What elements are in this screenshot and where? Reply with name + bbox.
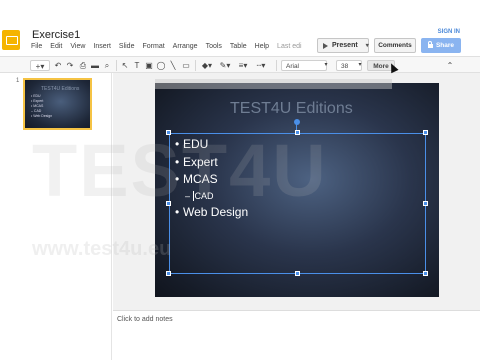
share-button[interactable]: Share [421,38,461,53]
slide-filmstrip: 1 TEST4U Editions • EDU • Expert • MCAS … [0,73,112,360]
shape-icon[interactable]: ◯ [156,60,166,71]
play-icon [323,42,328,49]
menu-tools[interactable]: Tools [206,43,222,50]
fill-color-icon[interactable]: ◆▾ [200,60,214,71]
speaker-notes[interactable]: Click to add notes [113,310,480,360]
list-item[interactable]: • EDU [175,136,248,154]
font-select[interactable]: Arial [281,60,327,71]
print-icon[interactable]: ⎙ [78,60,88,71]
menu-help[interactable]: Help [255,43,269,50]
menu-view[interactable]: View [70,43,85,50]
share-label: Share [435,42,455,49]
slide-title[interactable]: TEST4U Editions [230,100,353,118]
bullet-list[interactable]: • EDU • Expert • MCAS – CAD • Web Design [175,136,248,221]
resize-handle-top-left[interactable] [166,130,171,135]
slide-thumbnail[interactable]: TEST4U Editions • EDU • Expert • MCAS – … [23,78,92,130]
resize-handle-top[interactable] [295,130,300,135]
undo-icon[interactable]: ↶ [53,60,63,71]
comment-icon[interactable]: ▭ [180,60,192,71]
menu-insert[interactable]: Insert [93,43,111,50]
resize-handle-right[interactable] [423,201,428,206]
menu-format[interactable]: Format [142,43,164,50]
thumbnail-bullets: • EDU • Expert • MCAS – CAD • Web Design [31,94,52,119]
toolbar: +▾ ↶ ↷ ⎙ ▬ ⌕ ↖ T ▣ ◯ ╲ ▭ ◆▾ ✎▾ ≡▾ ┄▾ Ari… [0,56,480,73]
present-button[interactable]: Present ▾ [317,38,369,53]
font-size-value: 38 [341,63,349,70]
menu-file[interactable]: File [31,43,42,50]
line-icon[interactable]: ╲ [168,60,178,71]
sign-in-link[interactable]: SIGN IN [438,29,460,35]
border-color-icon[interactable]: ✎▾ [218,60,232,71]
menu-edit[interactable]: Edit [50,43,62,50]
font-dropdown-icon[interactable]: ▾ [322,60,330,71]
lock-icon [427,40,433,48]
resize-handle-bottom[interactable] [295,271,300,276]
new-slide-button[interactable]: +▾ [30,60,50,71]
present-label: Present [332,42,358,49]
resize-handle-bottom-right[interactable] [423,271,428,276]
sub-list-item[interactable]: – CAD [175,189,248,204]
resize-handle-top-right[interactable] [423,130,428,135]
text-box-icon[interactable]: T [131,60,143,71]
thumbnail-item: • Web Design [31,114,53,118]
slide-number: 1 [16,78,20,84]
floating-format-bar [155,79,392,89]
border-weight-icon[interactable]: ≡▾ [236,60,250,71]
comments-button[interactable]: Comments [374,38,416,53]
image-icon[interactable]: ▣ [144,60,154,71]
header: Exercise1 File Edit View Insert Slide Fo… [0,0,480,56]
list-item[interactable]: • MCAS [175,171,248,189]
font-value: Arial [286,63,300,70]
notes-placeholder[interactable]: Click to add notes [117,316,173,323]
select-icon[interactable]: ↖ [120,60,130,71]
menu-slide[interactable]: Slide [119,43,135,50]
present-dropdown-icon[interactable]: ▾ [366,42,369,49]
list-item[interactable]: • Web Design [175,204,248,222]
paint-format-icon[interactable]: ▬ [90,60,100,71]
font-size-dropdown-icon[interactable]: ▾ [356,60,364,71]
resize-handle-bottom-left[interactable] [166,271,171,276]
menu-arrange[interactable]: Arrange [173,43,198,50]
more-label: More [373,63,389,70]
list-item[interactable]: • Expert [175,154,248,172]
text-cursor [192,191,194,202]
last-edit-status[interactable]: Last edi [277,43,302,50]
border-dash-icon[interactable]: ┄▾ [254,60,268,71]
menu-table[interactable]: Table [230,43,247,50]
thumbnail-title: TEST4U Editions [41,86,80,92]
slides-logo-icon[interactable] [2,30,20,50]
document-title[interactable]: Exercise1 [32,29,80,41]
resize-handle-left[interactable] [166,201,171,206]
redo-icon[interactable]: ↷ [65,60,75,71]
collapse-toolbar-icon[interactable]: ⌃ [444,60,456,71]
rotate-handle[interactable] [294,119,300,125]
zoom-icon[interactable]: ⌕ [102,60,112,71]
menu-bar: File Edit View Insert Slide Format Arran… [31,43,310,50]
